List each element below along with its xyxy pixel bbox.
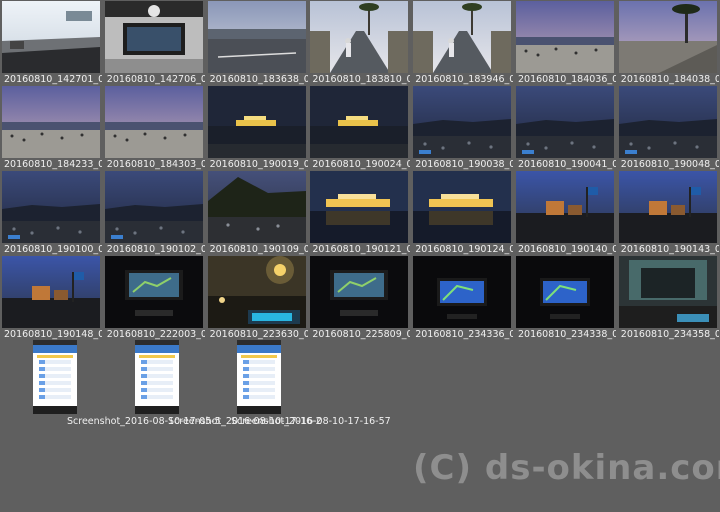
thumbnail-filename: 20160810_190100_0 — [4, 244, 102, 255]
thumbnail-filename: 20160810_184233_0 — [4, 159, 102, 170]
thumbnail-filename: 20160810_190048_0 — [620, 159, 719, 170]
photo-thumbnail[interactable]: 20160810_183810_0 — [308, 0, 410, 86]
thumbnail-image — [310, 1, 409, 73]
thumbnail-filename: 20160810_223630_0 — [209, 329, 308, 340]
thumbnail-image — [618, 1, 717, 73]
thumbnail-image — [413, 256, 512, 328]
thumbnail-image — [2, 171, 100, 243]
screenshot-thumbnail[interactable] — [33, 340, 77, 414]
thumbnail-grid: 20160810_142701_0 20160810_142706_0 2016… — [0, 0, 720, 340]
photo-thumbnail[interactable]: 20160810_190148_0 — [0, 255, 102, 341]
photo-thumbnail[interactable]: 20160810_222003_0 — [103, 255, 205, 341]
photo-thumbnail[interactable]: 20160810_190048_0 — [617, 85, 719, 171]
photo-thumbnail[interactable]: 20160810_184303_0 — [103, 85, 205, 171]
thumbnail-filename: 20160810_190148_0 — [4, 329, 102, 340]
thumbnail-image — [104, 171, 203, 243]
photo-thumbnail[interactable]: 20160810_142701_0 — [0, 0, 102, 86]
photo-thumbnail[interactable]: 20160810_190019_0 — [206, 85, 308, 171]
thumbnail-filename: 20160810_190121_0 — [312, 244, 411, 255]
thumbnail-image — [516, 1, 614, 73]
photo-thumbnail[interactable]: 20160810_190121_0 — [308, 170, 410, 256]
thumbnail-image — [413, 1, 512, 73]
thumbnail-image — [207, 1, 306, 73]
photo-thumbnail[interactable]: 20160810_190140_0 — [514, 170, 616, 256]
photo-thumbnail[interactable]: 20160810_183638_0 — [206, 0, 308, 86]
screenshot-image — [237, 340, 281, 414]
thumbnail-filename: 20160810_183946_0 — [415, 74, 514, 85]
photo-thumbnail[interactable]: 20160810_223630_0 — [206, 255, 308, 341]
thumbnail-image — [2, 256, 100, 328]
photo-thumbnail[interactable]: 20160810_183946_0 — [411, 0, 513, 86]
thumbnail-filename: 20160810_190109_0 — [209, 244, 308, 255]
screenshot-thumbnail[interactable] — [135, 340, 179, 414]
thumbnail-image — [207, 171, 306, 243]
thumbnail-filename: 20160810_234336_0 — [415, 329, 514, 340]
photo-thumbnail[interactable]: 20160810_190109_0 — [206, 170, 308, 256]
screenshot-image — [33, 340, 77, 414]
thumbnail-image — [104, 86, 203, 158]
thumbnail-image — [207, 256, 306, 328]
thumbnail-image — [310, 171, 409, 243]
thumbnail-image — [618, 256, 717, 328]
thumbnail-filename: 20160810_190024_0 — [312, 159, 411, 170]
thumbnail-image — [618, 86, 717, 158]
thumbnail-filename: 20160810_190140_0 — [518, 244, 616, 255]
thumbnail-image — [516, 171, 614, 243]
thumbnail-filename: 20160810_190124_0 — [415, 244, 514, 255]
watermark-text: (C) ds-okina.com — [413, 448, 720, 488]
thumbnail-filename: 20160810_184303_0 — [106, 159, 205, 170]
thumbnail-image — [207, 86, 306, 158]
thumbnail-filename: 20160810_190038_0 — [415, 159, 514, 170]
thumbnail-image — [516, 86, 614, 158]
thumbnail-filename: 20160810_222003_0 — [106, 329, 205, 340]
thumbnail-filename: 20160810_184036_0 — [518, 74, 616, 85]
photo-thumbnail[interactable]: 20160810_190038_0 — [411, 85, 513, 171]
thumbnail-filename: 20160810_225809_0 — [312, 329, 411, 340]
thumbnail-image — [2, 86, 100, 158]
thumbnail-image — [104, 256, 203, 328]
photo-thumbnail[interactable]: 20160810_142706_0 — [103, 0, 205, 86]
photo-thumbnail[interactable]: 20160810_234338_0 — [514, 255, 616, 341]
photo-thumbnail[interactable]: 20160810_225809_0 — [308, 255, 410, 341]
thumbnail-filename: 20160810_142701_0 — [4, 74, 102, 85]
thumbnail-filename: 20160810_190019_0 — [209, 159, 308, 170]
thumbnail-filename: 20160810_234338_0 — [518, 329, 616, 340]
thumbnail-filename: 20160810_184038_0 — [620, 74, 719, 85]
photo-thumbnail[interactable]: 20160810_190100_0 — [0, 170, 102, 256]
photo-thumbnail[interactable]: 20160810_190143_0 — [617, 170, 719, 256]
thumbnail-image — [618, 171, 717, 243]
photo-thumbnail[interactable]: 20160810_234336_0 — [411, 255, 513, 341]
thumbnail-filename: 20160810_234358_0 — [620, 329, 719, 340]
photo-thumbnail[interactable]: 20160810_190041_0 — [514, 85, 616, 171]
thumbnail-image — [413, 171, 512, 243]
thumbnail-image — [310, 256, 409, 328]
photo-thumbnail[interactable]: 20160810_190124_0 — [411, 170, 513, 256]
thumbnail-image — [2, 1, 100, 73]
thumbnail-filename: 20160810_142706_0 — [106, 74, 205, 85]
thumbnail-filename: 20160810_183810_0 — [312, 74, 411, 85]
photo-thumbnail[interactable]: 20160810_184233_0 — [0, 85, 102, 171]
thumbnail-filename: 20160810_190102_0 — [106, 244, 205, 255]
thumbnail-image — [413, 86, 512, 158]
thumbnail-filename: 20160810_183638_0 — [209, 74, 308, 85]
screenshot-filename: Screenshot_2016-08-10-17-16-57 — [231, 416, 391, 427]
photo-thumbnail[interactable]: 20160810_190024_0 — [308, 85, 410, 171]
thumbnail-filename: 20160810_190041_0 — [518, 159, 616, 170]
photo-thumbnail[interactable]: 20160810_184036_0 — [514, 0, 616, 86]
screenshot-image — [135, 340, 179, 414]
thumbnail-image — [310, 86, 409, 158]
photo-thumbnail[interactable]: 20160810_184038_0 — [617, 0, 719, 86]
screenshot-thumbnail[interactable] — [237, 340, 281, 414]
photo-thumbnail[interactable]: 20160810_190102_0 — [103, 170, 205, 256]
thumbnail-image — [516, 256, 614, 328]
photo-thumbnail[interactable]: 20160810_234358_0 — [617, 255, 719, 341]
thumbnail-filename: 20160810_190143_0 — [620, 244, 719, 255]
thumbnail-image — [104, 1, 203, 73]
